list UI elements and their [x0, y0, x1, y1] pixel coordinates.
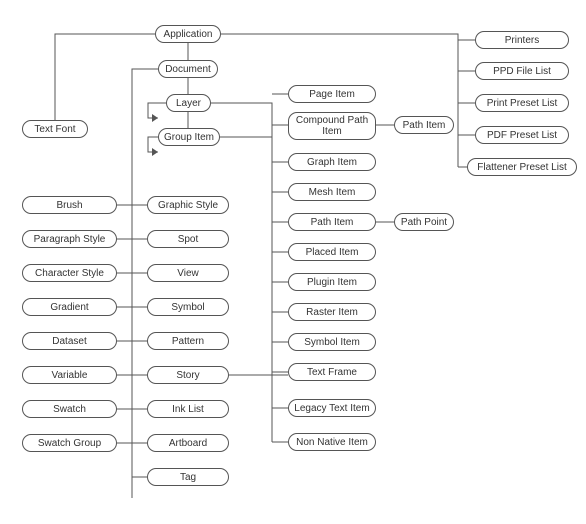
node-graphic-style: Graphic Style [147, 196, 229, 214]
node-mesh-item: Mesh Item [288, 183, 376, 201]
node-spot: Spot [147, 230, 229, 248]
node-ppd-file-list: PPD File List [475, 62, 569, 80]
node-group-item: Group Item [158, 128, 220, 146]
node-story: Story [147, 366, 229, 384]
node-tag: Tag [147, 468, 229, 486]
node-document: Document [158, 60, 218, 78]
node-path-item-right: Path Item [394, 116, 454, 134]
node-pattern: Pattern [147, 332, 229, 350]
node-artboard: Artboard [147, 434, 229, 452]
node-path-point: Path Point [394, 213, 454, 231]
node-flattener-preset-list: Flattener Preset List [467, 158, 577, 176]
node-symbol: Symbol [147, 298, 229, 316]
node-placed-item: Placed Item [288, 243, 376, 261]
node-text-font: Text Font [22, 120, 88, 138]
node-gradient: Gradient [22, 298, 117, 316]
node-layer: Layer [166, 94, 211, 112]
node-text-frame: Text Frame [288, 363, 376, 381]
node-page-item: Page Item [288, 85, 376, 103]
node-swatch-group: Swatch Group [22, 434, 117, 452]
node-view: View [147, 264, 229, 282]
node-graph-item: Graph Item [288, 153, 376, 171]
node-plugin-item: Plugin Item [288, 273, 376, 291]
node-ink-list: Ink List [147, 400, 229, 418]
node-symbol-item: Symbol Item [288, 333, 376, 351]
node-pdf-preset-list: PDF Preset List [475, 126, 569, 144]
node-paragraph-style: Paragraph Style [22, 230, 117, 248]
node-raster-item: Raster Item [288, 303, 376, 321]
node-print-preset-list: Print Preset List [475, 94, 569, 112]
node-application: Application [155, 25, 221, 43]
node-non-native-item: Non Native Item [288, 433, 376, 451]
node-path-item-mid: Path Item [288, 213, 376, 231]
node-compound-path-item: Compound Path Item [288, 112, 376, 140]
node-character-style: Character Style [22, 264, 117, 282]
node-dataset: Dataset [22, 332, 117, 350]
node-brush: Brush [22, 196, 117, 214]
node-variable: Variable [22, 366, 117, 384]
node-swatch: Swatch [22, 400, 117, 418]
node-printers: Printers [475, 31, 569, 49]
node-legacy-text-item: Legacy Text Item [288, 399, 376, 417]
